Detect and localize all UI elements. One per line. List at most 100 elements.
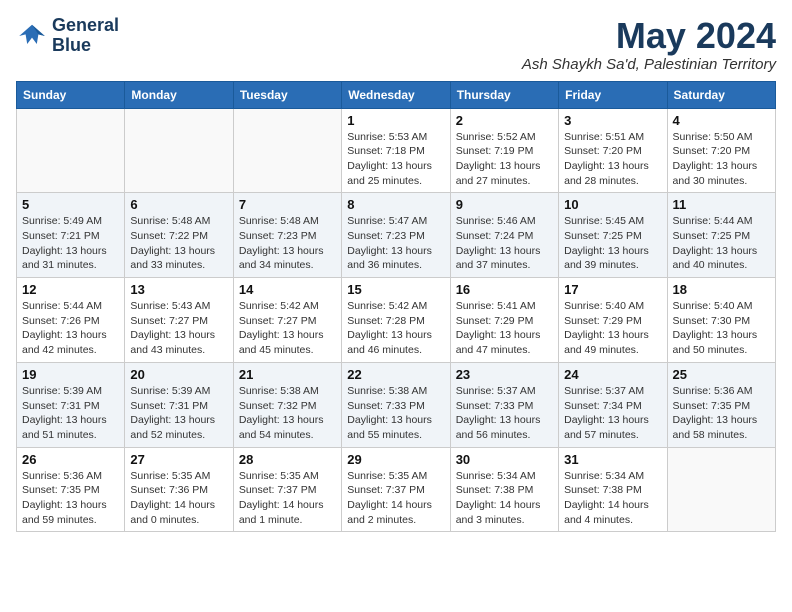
day-number: 30 [456,452,553,467]
weekday-header-sunday: Sunday [17,81,125,108]
page-header: General Blue May 2024 Ash Shaykh Sa'd, P… [16,16,776,73]
calendar-cell: 29 Sunrise: 5:35 AM Sunset: 7:37 PM Dayli… [342,447,450,532]
day-number: 14 [239,282,336,297]
calendar-cell: 30 Sunrise: 5:34 AM Sunset: 7:38 PM Dayli… [450,447,558,532]
day-info: Sunrise: 5:42 AM Sunset: 7:27 PM Dayligh… [239,299,336,358]
day-number: 22 [347,367,444,382]
location-subtitle: Ash Shaykh Sa'd, Palestinian Territory [522,56,776,73]
calendar-week-5: 26Sunrise: 5:36 AM Sunset: 7:35 PM Dayli… [17,447,776,532]
calendar-cell: 18 Sunrise: 5:40 AM Sunset: 7:30 PM Dayli… [667,278,775,363]
day-number: 7 [239,197,336,212]
calendar-cell: 3Sunrise: 5:51 AM Sunset: 7:20 PM Daylig… [559,108,667,193]
day-number: 24 [564,367,661,382]
calendar-cell: 10Sunrise: 5:45 AM Sunset: 7:25 PM Dayli… [559,193,667,278]
day-number: 1 [347,113,444,128]
day-number: 6 [130,197,227,212]
day-info: Sunrise: 5:38 AM Sunset: 7:33 PM Dayligh… [347,384,444,443]
calendar-cell [125,108,233,193]
calendar-cell [17,108,125,193]
calendar-week-2: 5 Sunrise: 5:49 AM Sunset: 7:21 PM Daylig… [17,193,776,278]
weekday-header-saturday: Saturday [667,81,775,108]
day-number: 31 [564,452,661,467]
calendar-table: SundayMondayTuesdayWednesdayThursdayFrid… [16,81,776,533]
day-info: Sunrise: 5:34 AM Sunset: 7:38 PM Dayligh… [456,469,553,528]
month-title: May 2024 [522,16,776,56]
day-info: Sunrise: 5:52 AM Sunset: 7:19 PM Dayligh… [456,130,553,189]
calendar-cell: 23Sunrise: 5:37 AM Sunset: 7:33 PM Dayli… [450,362,558,447]
day-info: Sunrise: 5:35 AM Sunset: 7:37 PM Dayligh… [239,469,336,528]
day-number: 25 [673,367,770,382]
day-info: Sunrise: 5:40 AM Sunset: 7:29 PM Dayligh… [564,299,661,358]
day-number: 11 [673,197,770,212]
calendar-cell: 26Sunrise: 5:36 AM Sunset: 7:35 PM Dayli… [17,447,125,532]
logo-text: General Blue [52,16,119,56]
calendar-cell: 8 Sunrise: 5:47 AM Sunset: 7:23 PM Daylig… [342,193,450,278]
calendar-week-4: 19Sunrise: 5:39 AM Sunset: 7:31 PM Dayli… [17,362,776,447]
calendar-week-3: 12Sunrise: 5:44 AM Sunset: 7:26 PM Dayli… [17,278,776,363]
calendar-cell: 21Sunrise: 5:38 AM Sunset: 7:32 PM Dayli… [233,362,341,447]
day-number: 18 [673,282,770,297]
day-number: 8 [347,197,444,212]
calendar-cell: 5 Sunrise: 5:49 AM Sunset: 7:21 PM Daylig… [17,193,125,278]
calendar-cell: 27Sunrise: 5:35 AM Sunset: 7:36 PM Dayli… [125,447,233,532]
calendar-cell: 20Sunrise: 5:39 AM Sunset: 7:31 PM Dayli… [125,362,233,447]
calendar-cell: 31 Sunrise: 5:34 AM Sunset: 7:38 PM Dayli… [559,447,667,532]
calendar-cell: 19Sunrise: 5:39 AM Sunset: 7:31 PM Dayli… [17,362,125,447]
title-block: May 2024 Ash Shaykh Sa'd, Palestinian Te… [522,16,776,73]
day-number: 13 [130,282,227,297]
calendar-cell: 12Sunrise: 5:44 AM Sunset: 7:26 PM Dayli… [17,278,125,363]
day-info: Sunrise: 5:34 AM Sunset: 7:38 PM Dayligh… [564,469,661,528]
calendar-cell: 24 Sunrise: 5:37 AM Sunset: 7:34 PM Dayli… [559,362,667,447]
day-number: 5 [22,197,119,212]
day-info: Sunrise: 5:50 AM Sunset: 7:20 PM Dayligh… [673,130,770,189]
weekday-header-wednesday: Wednesday [342,81,450,108]
day-info: Sunrise: 5:40 AM Sunset: 7:30 PM Dayligh… [673,299,770,358]
day-number: 17 [564,282,661,297]
calendar-cell: 6 Sunrise: 5:48 AM Sunset: 7:22 PM Daylig… [125,193,233,278]
day-number: 3 [564,113,661,128]
day-info: Sunrise: 5:49 AM Sunset: 7:21 PM Dayligh… [22,214,119,273]
calendar-cell: 14 Sunrise: 5:42 AM Sunset: 7:27 PM Dayli… [233,278,341,363]
weekday-header-thursday: Thursday [450,81,558,108]
day-info: Sunrise: 5:36 AM Sunset: 7:35 PM Dayligh… [673,384,770,443]
day-info: Sunrise: 5:48 AM Sunset: 7:22 PM Dayligh… [130,214,227,273]
day-info: Sunrise: 5:41 AM Sunset: 7:29 PM Dayligh… [456,299,553,358]
day-info: Sunrise: 5:37 AM Sunset: 7:33 PM Dayligh… [456,384,553,443]
day-number: 9 [456,197,553,212]
calendar-cell: 9 Sunrise: 5:46 AM Sunset: 7:24 PM Daylig… [450,193,558,278]
day-info: Sunrise: 5:48 AM Sunset: 7:23 PM Dayligh… [239,214,336,273]
calendar-cell: 4 Sunrise: 5:50 AM Sunset: 7:20 PM Daylig… [667,108,775,193]
day-number: 29 [347,452,444,467]
calendar-week-1: 1 Sunrise: 5:53 AM Sunset: 7:18 PM Daylig… [17,108,776,193]
day-info: Sunrise: 5:35 AM Sunset: 7:37 PM Dayligh… [347,469,444,528]
logo: General Blue [16,16,119,56]
day-info: Sunrise: 5:53 AM Sunset: 7:18 PM Dayligh… [347,130,444,189]
logo-icon [16,20,48,52]
calendar-cell: 17 Sunrise: 5:40 AM Sunset: 7:29 PM Dayli… [559,278,667,363]
calendar-cell: 15Sunrise: 5:42 AM Sunset: 7:28 PM Dayli… [342,278,450,363]
day-number: 28 [239,452,336,467]
day-info: Sunrise: 5:37 AM Sunset: 7:34 PM Dayligh… [564,384,661,443]
day-info: Sunrise: 5:47 AM Sunset: 7:23 PM Dayligh… [347,214,444,273]
calendar-header-row: SundayMondayTuesdayWednesdayThursdayFrid… [17,81,776,108]
calendar-cell: 11Sunrise: 5:44 AM Sunset: 7:25 PM Dayli… [667,193,775,278]
calendar-cell: 25 Sunrise: 5:36 AM Sunset: 7:35 PM Dayli… [667,362,775,447]
calendar-cell [667,447,775,532]
calendar-cell: 22 Sunrise: 5:38 AM Sunset: 7:33 PM Dayli… [342,362,450,447]
weekday-header-monday: Monday [125,81,233,108]
day-number: 2 [456,113,553,128]
day-number: 12 [22,282,119,297]
calendar-cell: 7 Sunrise: 5:48 AM Sunset: 7:23 PM Daylig… [233,193,341,278]
day-number: 26 [22,452,119,467]
day-number: 27 [130,452,227,467]
day-info: Sunrise: 5:46 AM Sunset: 7:24 PM Dayligh… [456,214,553,273]
calendar-cell [233,108,341,193]
day-number: 10 [564,197,661,212]
calendar-cell: 1 Sunrise: 5:53 AM Sunset: 7:18 PM Daylig… [342,108,450,193]
calendar-cell: 13Sunrise: 5:43 AM Sunset: 7:27 PM Dayli… [125,278,233,363]
calendar-cell: 28 Sunrise: 5:35 AM Sunset: 7:37 PM Dayli… [233,447,341,532]
day-info: Sunrise: 5:42 AM Sunset: 7:28 PM Dayligh… [347,299,444,358]
day-info: Sunrise: 5:38 AM Sunset: 7:32 PM Dayligh… [239,384,336,443]
day-number: 4 [673,113,770,128]
calendar-cell: 16Sunrise: 5:41 AM Sunset: 7:29 PM Dayli… [450,278,558,363]
